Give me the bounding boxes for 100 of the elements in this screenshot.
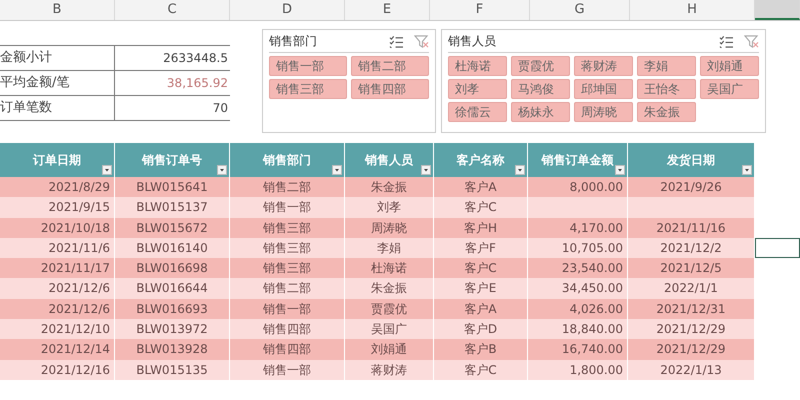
table-cell: 8,000.00 [570,180,623,194]
slicer-button[interactable]: 销售四部 [351,79,429,99]
table-cell: 4,170.00 [570,220,623,235]
column-header[interactable]: B [0,0,115,20]
slicer-button[interactable]: 马鸿俊 [511,79,570,99]
column-header[interactable]: D [230,0,345,20]
table-cell: 客户H [464,220,498,235]
header-label: 销售订单号 [142,152,202,168]
column-header[interactable]: F [430,0,530,20]
table-cell: 周涛晓 [371,220,407,235]
slicer-button[interactable]: 吴国广 [700,79,759,99]
table-cell: 客户A [464,180,497,194]
column-header[interactable] [755,0,800,20]
table-cell: 23,540.00 [562,261,623,276]
column-header[interactable]: C [115,0,230,20]
slicer-button[interactable]: 刘娟通 [700,56,759,76]
table-cell: BLW015641 [136,180,208,194]
slicer-title: 销售人员 [448,33,497,50]
table-cell: 2021/10/18 [40,220,110,235]
active-cell[interactable] [755,238,800,258]
summary-label: 平均金额/笔 [0,71,115,95]
table-cell: 销售三部 [263,261,311,276]
slicer-button[interactable]: 杜海诺 [448,56,507,76]
table-cell: 2021/9/15 [48,200,110,214]
table-cell: 朱金振 [371,281,407,296]
summary-value: 38,165.92 [166,75,229,92]
slicer-button[interactable]: 刘孝 [448,79,507,99]
table-cell: 客户C [464,200,497,214]
summary-value: 2633448.5 [162,50,229,67]
table-cell: 1,800.00 [570,362,623,377]
table-cell: 2021/8/29 [48,180,110,194]
table-cell: BLW016693 [136,302,208,316]
table-cell: 销售一部 [263,362,311,377]
slicer-title: 销售部门 [269,33,318,50]
table-cell: 销售二部 [263,180,311,194]
slicer-button[interactable]: 杨妹永 [511,102,570,122]
table-cell: 2021/12/29 [656,322,726,336]
table-cell: 2022/1/13 [660,362,722,377]
filter-dropdown-icon[interactable] [102,165,112,175]
slicer-button[interactable]: 邱坤国 [574,79,633,99]
slicer-button[interactable]: 王怡冬 [637,79,696,99]
slicer-button[interactable]: 销售二部 [351,56,429,76]
table-cell: 刘娟通 [371,342,407,356]
table-cell: 34,450.00 [562,281,623,296]
header-label: 客户名称 [456,152,504,168]
table-cell: 蒋财涛 [371,362,407,377]
filter-dropdown-icon[interactable] [217,165,227,175]
slicer-button[interactable]: 销售三部 [269,79,347,99]
filter-dropdown-icon[interactable] [615,165,625,175]
table-cell: 4,026.00 [570,302,623,316]
header-label: 销售订单金额 [542,152,614,168]
table-cell: 客户D [464,322,498,336]
header-label: 销售部门 [263,152,311,168]
table-cell: 销售一部 [263,302,311,316]
table-cell: 2021/12/10 [40,322,110,336]
slicer-button[interactable]: 蒋财涛 [574,56,633,76]
slicer-button[interactable]: 周涛晓 [574,102,633,122]
filter-dropdown-icon[interactable] [421,165,431,175]
table-cell: 2021/11/17 [40,261,110,276]
table-cell: 销售一部 [263,200,311,214]
table-cell: 2021/12/14 [40,342,110,356]
table-cell: 客户B [464,342,497,356]
multi-select-icon[interactable] [389,35,404,48]
table-cell: 2021/12/6 [48,281,110,296]
table-cell: 李娟 [377,240,401,255]
table-cell: 客户E [464,281,496,296]
table-cell: 刘孝 [377,200,401,214]
table-cell: 16,740.00 [562,342,623,356]
filter-dropdown-icon[interactable] [332,165,342,175]
table-cell: 朱金振 [371,180,407,194]
table-cell: 2021/12/5 [660,261,722,276]
filter-dropdown-icon[interactable] [515,165,525,175]
header-label: 销售人员 [365,152,413,168]
slicer-button[interactable]: 销售一部 [269,56,347,76]
header-label: 发货日期 [667,152,715,168]
table-cell: 杜海诺 [371,261,407,276]
slicer-button[interactable]: 李娟 [637,56,696,76]
slicer-button[interactable]: 朱金振 [637,102,696,122]
summary-label: 订单笔数 [0,96,115,120]
header-label: 订单日期 [33,152,81,168]
table-cell: 销售四部 [263,322,311,336]
slicer-button[interactable]: 贾霞优 [511,56,570,76]
table-cell: 销售三部 [263,240,311,255]
column-header[interactable]: E [345,0,430,20]
table-cell: 2021/12/2 [660,240,722,255]
slicer-button[interactable]: 徐儒云 [448,102,507,122]
summary-label: 金额小计 [0,46,115,70]
table-cell: 10,705.00 [562,240,623,255]
table-cell: BLW013972 [136,322,208,336]
table-cell: 2021/12/31 [656,302,726,316]
table-cell: 贾霞优 [371,302,407,316]
table-cell: 客户C [464,362,497,377]
table-cell: 客户C [464,261,497,276]
table-cell: BLW016698 [136,261,208,276]
filter-dropdown-icon[interactable] [742,165,752,175]
column-header[interactable]: G [530,0,630,20]
table-cell: BLW016644 [136,281,208,296]
multi-select-icon[interactable] [719,35,734,48]
table-cell: 销售三部 [263,220,311,235]
table-cell: 2021/12/16 [40,362,110,377]
